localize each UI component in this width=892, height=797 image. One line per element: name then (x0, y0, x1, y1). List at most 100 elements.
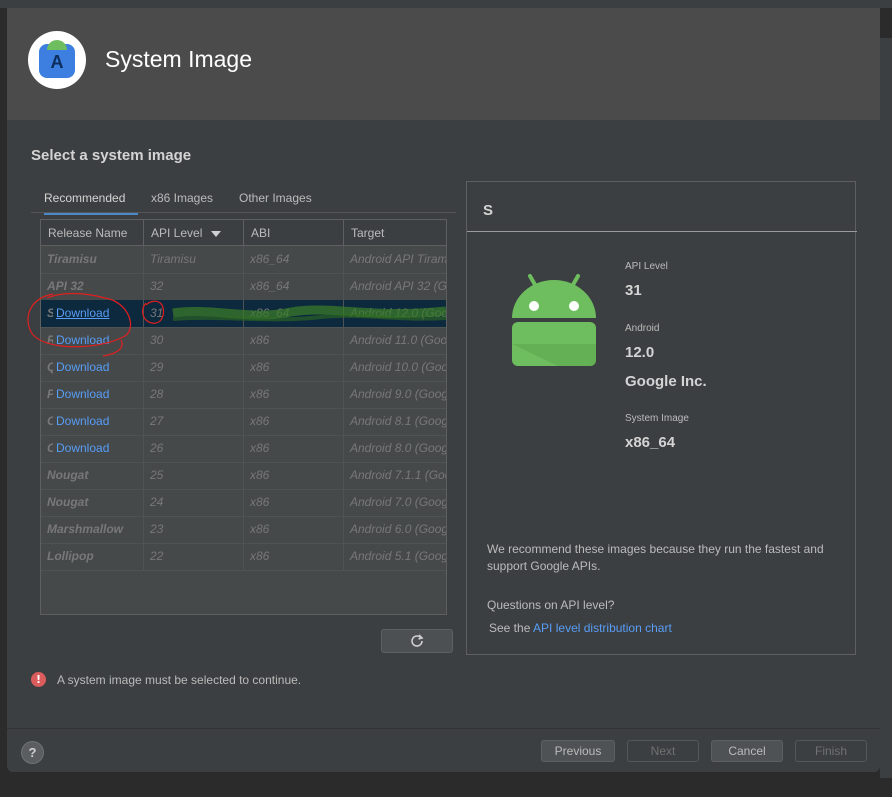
api-level-value: 31 (625, 282, 642, 299)
details-separator (467, 231, 857, 232)
release-name: Q (47, 354, 53, 381)
download-link[interactable]: Download (56, 360, 109, 374)
tab-other-images[interactable]: Other Images (239, 188, 312, 212)
api-level-cell: 28 (144, 381, 244, 408)
api-level-cell: Tiramisu (144, 246, 244, 273)
target-cell: Android 6.0 (Google APIs) (350, 522, 447, 536)
refresh-button[interactable] (381, 629, 453, 653)
target-cell: Android 5.1 (Google APIs) (350, 549, 447, 563)
download-link[interactable]: Download (56, 441, 109, 455)
dialog-title: System Image (105, 46, 252, 72)
annotation-red-circle-download (27, 292, 132, 357)
sort-descending-icon (211, 230, 222, 237)
api-level-cell: 32 (144, 273, 244, 300)
release-name-cell: PieDownload (41, 381, 144, 408)
target-cell: Android 7.0 (Google APIs) (350, 495, 447, 509)
download-link[interactable]: Download (56, 387, 109, 401)
background-editor-right (880, 8, 892, 797)
release-name-cell: Marshmallow (41, 516, 144, 543)
android-studio-logo-icon: A (28, 31, 86, 89)
abi-cell: x86_64 (244, 246, 344, 273)
background-window-strip (0, 0, 892, 8)
recommendation-text: We recommend these images because they r… (487, 542, 824, 573)
tab-recommended[interactable]: Recommended (44, 188, 138, 215)
api-level-cell: 26 (144, 435, 244, 462)
table-row[interactable]: OreoDownload26x86Android 8.0 (Google API… (41, 435, 446, 463)
abi-cell: x86 (244, 354, 344, 381)
target-cell: Android API Tiramisu (350, 252, 447, 266)
abi-cell: x86 (244, 462, 344, 489)
release-name-cell: Tiramisu (41, 246, 144, 273)
api-level-cell: 22 (144, 543, 244, 570)
api-level-cell: 24 (144, 489, 244, 516)
table-row[interactable]: Nougat 24x86 Android 7.0 (Google APIs) (41, 489, 446, 517)
abi-cell: x86 (244, 408, 344, 435)
system-image-value: x86_64 (625, 434, 676, 451)
target-cell: Android API 32 (Google APIs) (350, 279, 447, 293)
release-name-cell: QDownload (41, 354, 144, 381)
cancel-button[interactable]: Cancel (711, 740, 783, 762)
image-details-panel: S API Level 31 Android 12.0 Google Inc. … (466, 181, 857, 655)
target-cell: Android 9.0 (Google APIs) (350, 387, 447, 401)
error-icon: ! (31, 672, 46, 687)
release-name-cell: OreoDownload (41, 408, 144, 435)
table-row[interactable]: Nougat 25x86 Android 7.1.1 (Google APIs) (41, 462, 446, 490)
release-name: Nougat (47, 495, 89, 509)
release-name-cell: Lollipop (41, 543, 144, 570)
table-row[interactable]: Lollipop 22x86 Android 5.1 (Google APIs) (41, 543, 446, 571)
system-image-label: System Image (625, 413, 689, 424)
api-level-label: API Level (625, 261, 668, 272)
download-link[interactable]: Download (56, 414, 109, 428)
details-title: S (483, 202, 494, 219)
dialog-header: A System Image (7, 8, 880, 120)
target-cell: Android 8.1 (Google APIs) (350, 414, 447, 428)
target-cell: Android 7.1.1 (Google APIs) (350, 468, 446, 482)
background-editor-left (0, 8, 7, 797)
table-row[interactable]: TiramisuTiramisux86_64Android API Tirami… (41, 246, 446, 274)
help-button[interactable]: ? (21, 741, 44, 764)
api-level-cell: 25 (144, 462, 244, 489)
abi-cell: x86 (244, 381, 344, 408)
column-target[interactable]: Target (344, 220, 446, 245)
table-row[interactable]: QDownload29x86Android 10.0 (Google APIs) (41, 354, 446, 382)
finish-button[interactable]: Finish (795, 740, 867, 762)
api-level-question: Questions on API level? (487, 598, 615, 612)
api-level-distribution-chart-link[interactable]: API level distribution chart (533, 621, 672, 635)
abi-cell: x86_64 (244, 273, 344, 300)
abi-cell: x86 (244, 435, 344, 462)
section-title: Select a system image (31, 147, 192, 164)
annotation-red-circle-api (142, 300, 165, 324)
abi-cell: x86_64 (244, 300, 344, 327)
api-level-cell: 29 (144, 354, 244, 381)
next-button[interactable]: Next (627, 740, 699, 762)
table-row[interactable]: Marshmallow 23x86 Android 6.0 (Google APIs… (41, 516, 446, 544)
table-row[interactable]: PieDownload28x86 Android 9.0 (Google APIs… (41, 381, 446, 409)
release-name-cell: Nougat (41, 462, 144, 489)
column-abi[interactable]: ABI (244, 220, 344, 245)
release-name-cell: OreoDownload (41, 435, 144, 462)
api-level-cell: 27 (144, 408, 244, 435)
system-image-table[interactable]: Release Name API Level ABI Target Tirami… (40, 219, 447, 615)
refresh-icon (411, 634, 424, 647)
target-cell: Android 10.0 (Google APIs) (350, 360, 446, 374)
api-level-cell: 30 (144, 327, 244, 354)
abi-cell: x86 (244, 327, 344, 354)
abi-cell: x86 (244, 543, 344, 570)
release-name: Oreo (47, 435, 53, 462)
target-cell: Android 11.0 (Google APIs) (350, 333, 447, 347)
table-row[interactable]: OreoDownload27x86Android 8.1 (Google API… (41, 408, 446, 436)
tab-x86-images[interactable]: x86 Images (151, 188, 213, 212)
release-name: Lollipop (47, 549, 94, 563)
tab-divider (31, 212, 456, 213)
column-api-level[interactable]: API Level (144, 220, 244, 245)
android-robot-icon (512, 274, 596, 366)
error-message: A system image must be selected to conti… (57, 673, 302, 687)
android-label: Android (625, 323, 660, 334)
target-cell: Android 8.0 (Google APIs) (350, 441, 447, 455)
column-release-name[interactable]: Release Name (41, 220, 144, 245)
release-name: Oreo (47, 408, 53, 435)
previous-button[interactable]: Previous (541, 740, 615, 762)
target-cell: Android 12.0 (Google APIs) (350, 306, 446, 320)
api-level-cell: 23 (144, 516, 244, 543)
see-the-line: See the API level distribution chart (489, 621, 672, 635)
